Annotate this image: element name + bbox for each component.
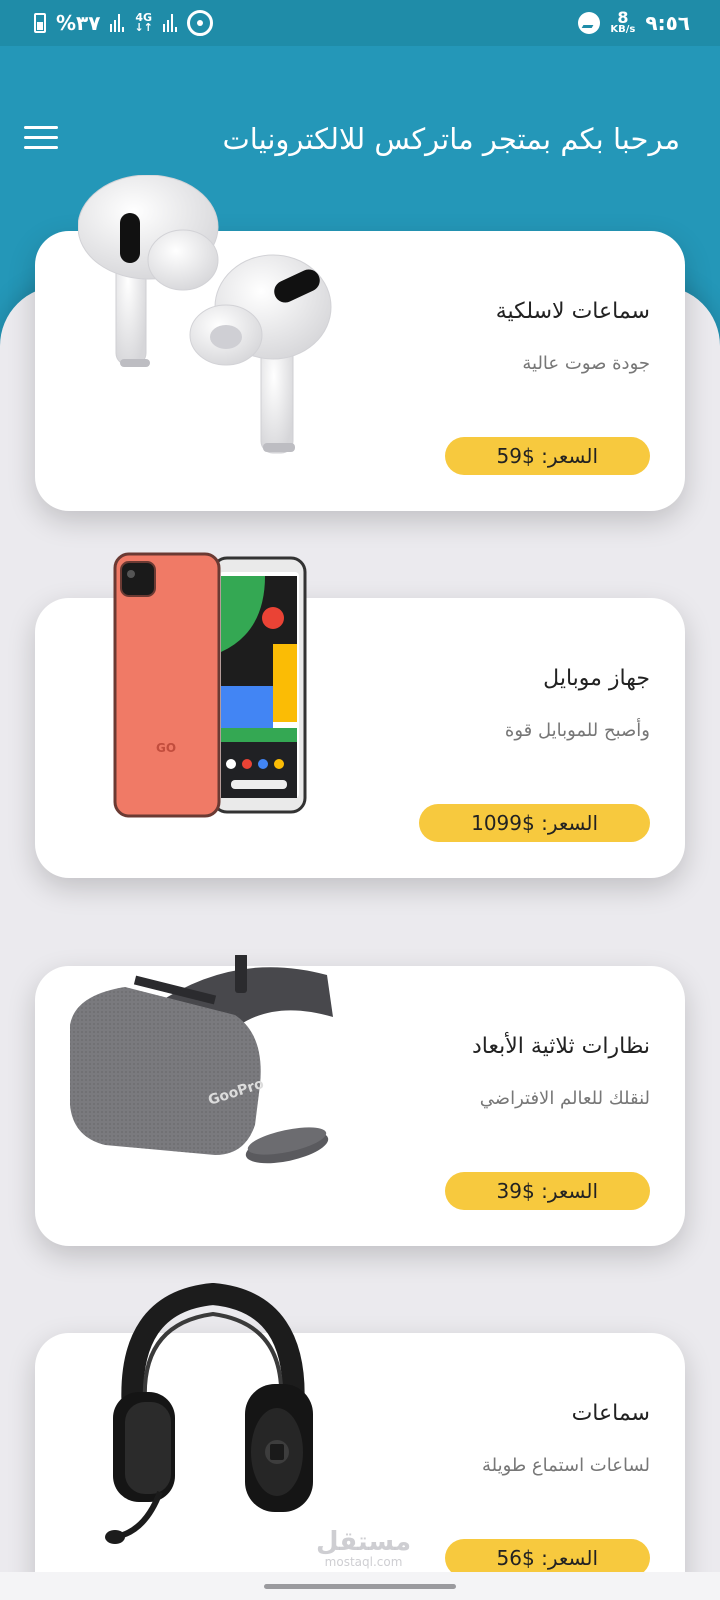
page-title: مرحبا بكم بمتجر ماتركس للالكترونيات [222,122,680,156]
product-name: جهاز موبايل [543,666,650,691]
product-description: جودة صوت عالية [522,353,650,374]
battery-icon [34,13,46,33]
product-description: لساعات استماع طويلة [481,1455,650,1476]
product-name: سماعات [571,1401,650,1426]
status-right: 8 KB/s ٩:٥٦ [578,10,690,35]
status-bar: %٣٧ 4G ↓↑ 8 KB/s ٩:٥٦ [0,0,720,46]
battery-level: %٣٧ [56,11,101,35]
phone-image: GO [113,552,307,818]
headphones-image [105,1282,313,1544]
watermark-arabic: مستقل [316,1527,412,1557]
vr-headset-image: GooPro [70,955,333,1164]
clock: ٩:٥٦ [645,10,690,35]
hamburger-menu-icon[interactable] [24,126,58,152]
product-name: سماعات لاسلكية [495,299,650,324]
hotspot-icon [186,10,213,36]
product-description: وأصبح للموبايل قوة [504,720,650,741]
status-left: %٣٧ 4G ↓↑ [34,10,213,36]
network-type: 4G ↓↑ [134,11,153,34]
price-badge[interactable]: السعر: $39 [444,1172,650,1210]
messenger-icon [578,11,601,34]
signal-icon [110,14,125,32]
product-name: نظارات ثلاثية الأبعاد [471,1034,650,1059]
price-badge[interactable]: السعر: $1099 [419,804,650,842]
signal-icon-2 [162,14,177,32]
network-speed: 8 KB/s [610,8,636,35]
phone-brand-label: GO [156,741,176,755]
watermark: مستقل mostaql.com [316,1527,411,1569]
system-nav-bar [0,1572,720,1600]
product-description: لنقلك للعالم الافتراضي [479,1088,650,1109]
watermark-latin: mostaql.com [324,1555,403,1569]
price-badge[interactable]: السعر: $59 [444,437,650,475]
home-indicator[interactable] [264,1584,456,1589]
earbuds-image [78,175,332,454]
